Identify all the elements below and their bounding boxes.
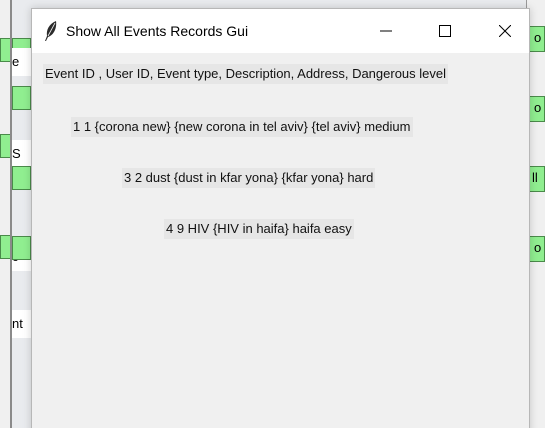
minimize-button[interactable]	[363, 9, 409, 53]
background-button-label: nt	[12, 310, 31, 338]
background-button-6[interactable]	[12, 166, 31, 190]
maximize-icon	[439, 22, 451, 41]
title-bar[interactable]: Show All Events Records Gui	[32, 9, 529, 53]
background-button-label: o	[534, 240, 542, 255]
background-button-label: e	[12, 48, 31, 76]
background-button-7[interactable]	[12, 236, 31, 260]
record-row-label: 3 2 dust {dust in kfar yona} {kfar yona}…	[122, 168, 376, 188]
minimize-icon	[380, 22, 392, 41]
records-panel	[32, 53, 529, 428]
record-row-label: 1 1 {corona new} {new corona in tel aviv…	[71, 117, 413, 137]
background-button-5[interactable]	[12, 86, 31, 110]
background-button-label: ll	[532, 170, 538, 185]
background-button-label: o	[534, 100, 542, 115]
background-button-label: S	[12, 140, 31, 168]
background-window-left	[0, 0, 10, 428]
background-button-label: o	[534, 30, 542, 45]
records-header-label: Event ID , User ID, Event type, Descript…	[43, 64, 449, 84]
maximize-button[interactable]	[422, 9, 468, 53]
desktop: e S c nt o o ll o Show All Events Record…	[0, 0, 545, 428]
window-title: Show All Events Records Gui	[66, 23, 249, 39]
feather-icon	[43, 20, 59, 42]
close-icon	[498, 22, 512, 41]
record-row-label: 4 9 HIV {HIV in haifa} haifa easy	[164, 219, 354, 239]
close-button[interactable]	[482, 9, 528, 53]
